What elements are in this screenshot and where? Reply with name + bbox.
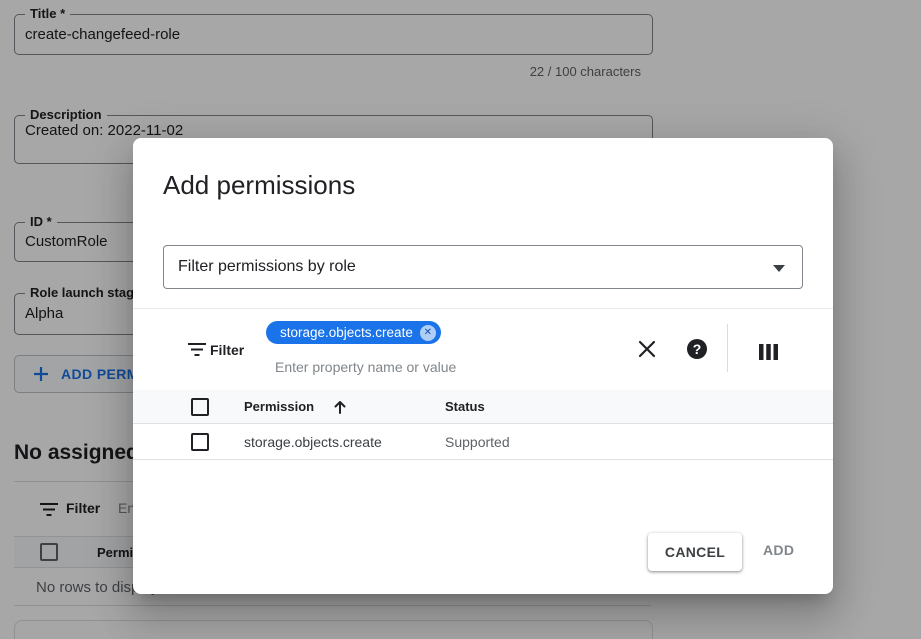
add-button[interactable]: ADD <box>763 542 794 558</box>
filter-input-placeholder[interactable]: Enter property name or value <box>275 359 456 375</box>
chip-remove-icon[interactable]: ✕ <box>420 325 436 341</box>
screen: Title * create-changefeed-role 22 / 100 … <box>0 0 921 639</box>
chevron-down-icon <box>773 265 785 272</box>
filter-permissions-by-role-select[interactable]: Filter permissions by role <box>163 245 803 289</box>
help-icon[interactable]: ? <box>686 338 708 360</box>
permission-column-header[interactable]: Permission <box>244 399 314 414</box>
role-select-placeholder: Filter permissions by role <box>178 258 356 276</box>
column-display-icon[interactable] <box>757 341 779 363</box>
add-permissions-dialog: Add permissions Filter permissions by ro… <box>133 138 833 594</box>
status-column-header[interactable]: Status <box>445 399 485 414</box>
clear-filters-icon[interactable] <box>636 338 658 360</box>
select-all-checkbox[interactable] <box>191 398 209 416</box>
filter-label: Filter <box>210 342 244 358</box>
filter-chip-label: storage.objects.create <box>280 325 413 340</box>
row-permission-cell: storage.objects.create <box>244 434 382 450</box>
filter-chip[interactable]: storage.objects.create ✕ <box>266 321 441 344</box>
row-status-cell: Supported <box>445 434 510 450</box>
sort-ascending-icon[interactable] <box>329 396 351 418</box>
cancel-button[interactable]: CANCEL <box>648 533 742 571</box>
filter-list-icon <box>186 338 208 360</box>
dialog-title: Add permissions <box>163 170 355 201</box>
divider <box>133 308 833 309</box>
row-checkbox[interactable] <box>191 433 209 451</box>
toolbar-divider <box>727 324 728 372</box>
